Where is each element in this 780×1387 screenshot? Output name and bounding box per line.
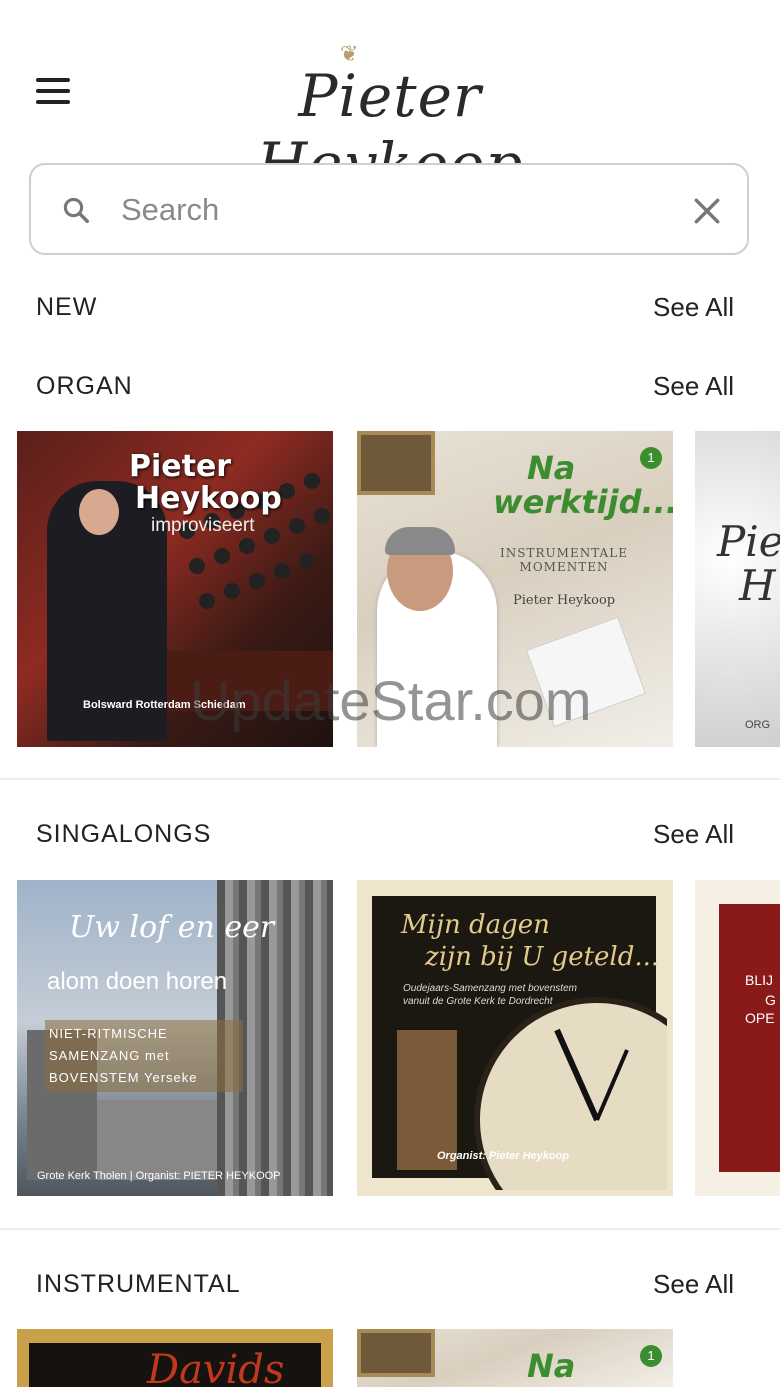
app-header: ❦ Pieter Heykoop xyxy=(0,0,780,198)
organ-carousel[interactable]: Pieter Heykoop improviseert Bolsward Rot… xyxy=(17,431,780,749)
instrumental-carousel[interactable]: Davids Na 1 xyxy=(17,1329,780,1387)
album-card[interactable]: Pie H ORG xyxy=(695,431,780,747)
see-all-new-button[interactable]: See All xyxy=(653,292,734,323)
see-all-organ-button[interactable]: See All xyxy=(653,371,734,402)
man-hair xyxy=(385,527,455,555)
section-title: NEW xyxy=(36,292,98,321)
search-input[interactable] xyxy=(119,187,663,233)
see-all-singalongs-button[interactable]: See All xyxy=(653,819,734,850)
search-bar xyxy=(29,163,749,255)
logo: ❦ Pieter Heykoop xyxy=(200,42,580,198)
hamburger-menu-icon[interactable] xyxy=(36,78,70,104)
album-title-line2: zijn bij U geteld... xyxy=(425,942,660,972)
album-footer: Grote Kerk Tholen | Organist: PIETER HEY… xyxy=(37,1170,281,1182)
album-title-line2: alom doen horen xyxy=(47,968,228,995)
album-footer: Organist: Pieter Heykoop xyxy=(437,1150,570,1162)
album-card[interactable]: Mijn dagen zijn bij U geteld... Oudejaar… xyxy=(357,880,673,1196)
album-art-panel xyxy=(719,904,780,1172)
album-title-line2: werktijd... xyxy=(493,483,673,521)
album-title-line2: G xyxy=(765,992,776,1008)
section-title: INSTRUMENTAL xyxy=(36,1269,241,1298)
album-title-line2: Heykoop xyxy=(135,481,282,516)
section-singalongs-header: SINGALONGS See All xyxy=(36,814,734,854)
church-tower xyxy=(397,1030,457,1170)
album-title-line1: Pieter xyxy=(129,449,232,484)
newspaper xyxy=(525,616,647,728)
section-divider xyxy=(0,1228,780,1230)
section-new-header: NEW See All xyxy=(36,287,734,327)
organist-head xyxy=(79,489,119,535)
album-card[interactable]: Davids xyxy=(17,1329,333,1387)
album-title-line1: BLIJ xyxy=(745,972,774,988)
section-organ-header: ORGAN See All xyxy=(36,366,734,406)
album-subtitle: NIET-RITMISCHE SAMENZANG met BOVENSTEM Y… xyxy=(45,1020,243,1092)
album-footer: Bolsward Rotterdam Schiedam xyxy=(83,699,246,711)
album-card[interactable]: Uw lof en eer alom doen horen NIET-RITMI… xyxy=(17,880,333,1196)
album-title-line1: Uw lof en eer xyxy=(69,910,275,945)
album-card[interactable]: Na werktijd... INSTRUMENTALE MOMENTEN Pi… xyxy=(357,431,673,747)
album-subtitle: Oudejaars-Samenzang met bovenstem vanuit… xyxy=(403,983,577,1007)
picture-frame xyxy=(357,431,435,495)
album-title-line1: Na xyxy=(527,449,576,487)
album-title-line1: Mijn dagen xyxy=(401,910,550,940)
album-subtitle: INSTRUMENTALE MOMENTEN xyxy=(500,546,628,574)
album-title-line3: OPE xyxy=(745,1010,775,1026)
church-building xyxy=(97,1100,217,1180)
volume-badge: 1 xyxy=(640,1345,662,1367)
album-title-line1: Davids xyxy=(147,1347,285,1387)
album-title-line1: Pie xyxy=(717,517,780,566)
section-instrumental-header: INSTRUMENTAL See All xyxy=(36,1264,734,1304)
singalongs-carousel[interactable]: Uw lof en eer alom doen horen NIET-RITMI… xyxy=(17,880,780,1198)
album-title-line2: H xyxy=(739,561,776,610)
clear-icon[interactable] xyxy=(691,195,723,227)
album-subtitle: improviseert xyxy=(151,515,255,536)
search-icon xyxy=(63,197,89,223)
section-title: ORGAN xyxy=(36,371,133,400)
section-title: SINGALONGS xyxy=(36,819,212,848)
album-card[interactable]: BLIJ G OPE xyxy=(695,880,780,1196)
section-divider xyxy=(0,778,780,780)
album-footer: ORG xyxy=(745,719,771,731)
album-title-line1: Na xyxy=(527,1347,576,1385)
picture-frame xyxy=(357,1329,435,1377)
album-card[interactable]: Na 1 xyxy=(357,1329,673,1387)
volume-badge: 1 xyxy=(640,447,662,469)
album-card[interactable]: Pieter Heykoop improviseert Bolsward Rot… xyxy=(17,431,333,747)
album-artist: Pieter Heykoop xyxy=(513,593,616,608)
see-all-instrumental-button[interactable]: See All xyxy=(653,1269,734,1300)
